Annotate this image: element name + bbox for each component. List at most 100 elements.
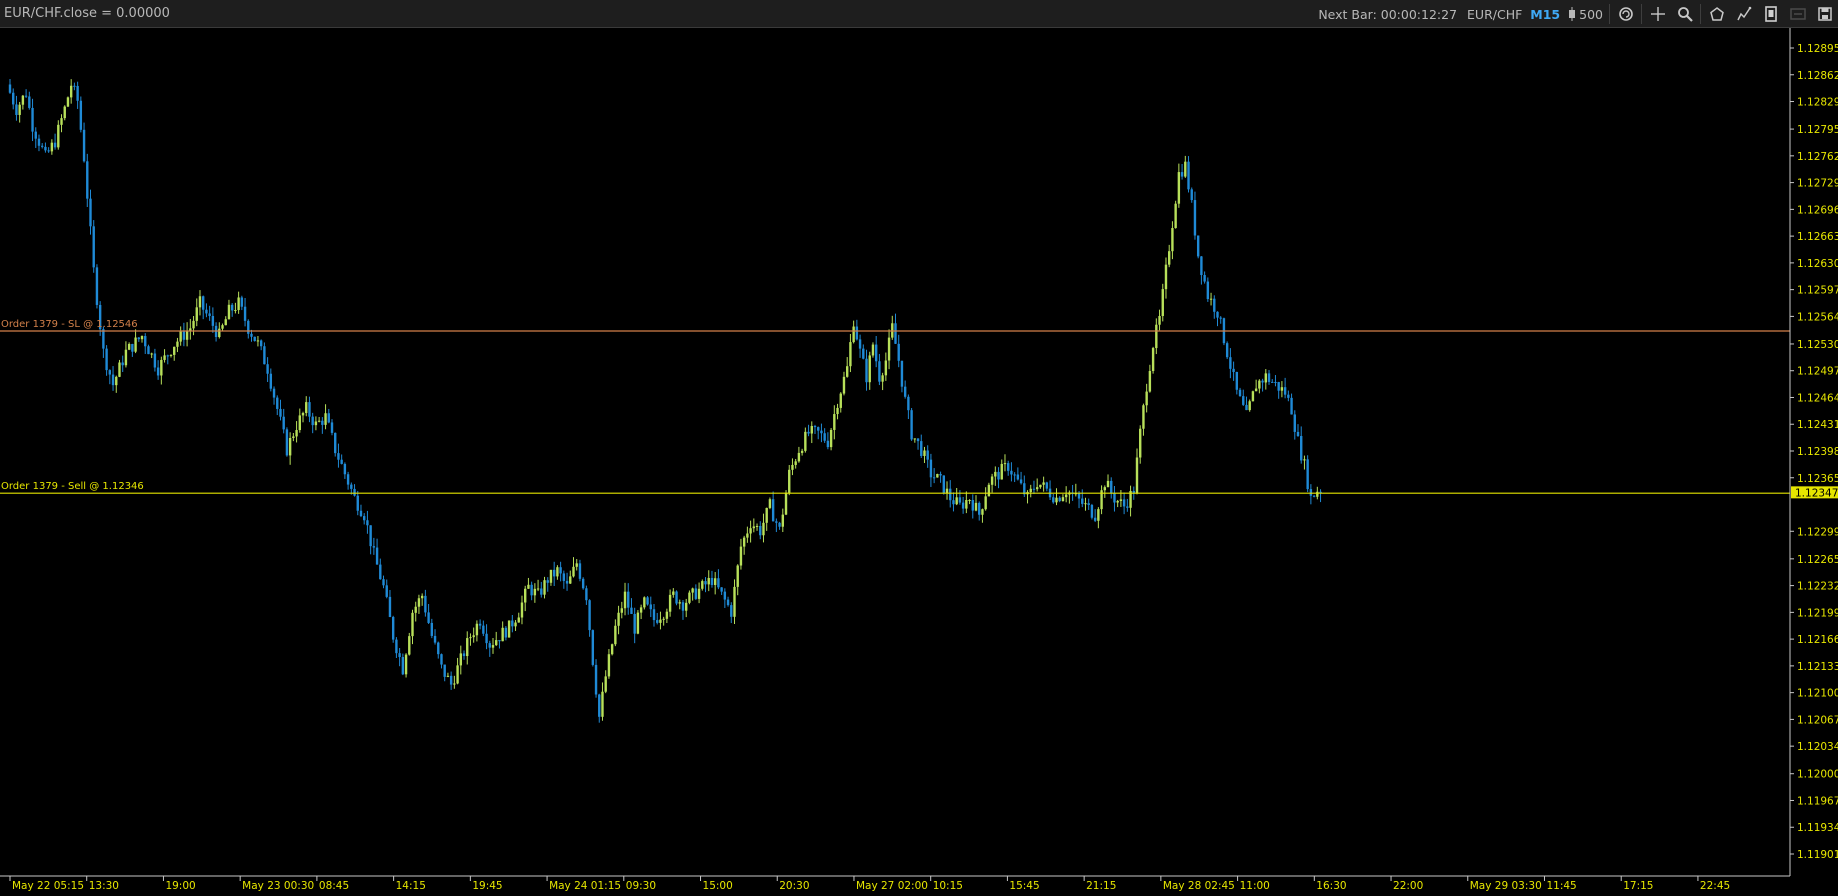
candle — [18, 101, 21, 123]
candle — [324, 404, 327, 430]
zoom-button[interactable] — [1671, 0, 1698, 28]
candle — [633, 607, 636, 644]
candle — [47, 147, 50, 153]
candle — [314, 416, 318, 431]
candle — [733, 579, 736, 624]
candle — [1048, 480, 1052, 501]
candle — [1203, 271, 1206, 284]
candle — [495, 631, 498, 646]
candle — [942, 475, 945, 495]
time-tick-label: 13:30 — [89, 880, 119, 892]
candle — [685, 598, 688, 618]
candle — [817, 426, 820, 440]
candle — [720, 587, 723, 595]
candle — [524, 585, 527, 612]
candle — [131, 343, 134, 357]
candle — [1283, 377, 1287, 399]
candle — [353, 484, 356, 497]
price-chart[interactable]: Order 1379 - SL @ 1.12546 Order 1379 - Se… — [0, 28, 1838, 896]
candle — [517, 612, 520, 623]
candle — [887, 329, 891, 370]
price-tick-label: 1.12630 — [1797, 258, 1838, 270]
candle — [1261, 378, 1264, 392]
candle — [478, 619, 482, 630]
candle — [556, 565, 559, 580]
save-button[interactable] — [1811, 0, 1838, 28]
candle — [1213, 295, 1216, 319]
candle — [1090, 503, 1094, 520]
candle — [337, 443, 340, 468]
candle — [1209, 292, 1213, 306]
time-tick-label: May 29 03:30 — [1470, 880, 1542, 892]
candle — [24, 89, 28, 99]
candle — [372, 537, 376, 555]
candle — [108, 369, 112, 385]
candle — [211, 307, 215, 333]
price-tick-label: 1.11967 — [1797, 795, 1838, 807]
candle — [147, 344, 150, 355]
timeframe-selector[interactable]: M15 — [1526, 7, 1564, 22]
candle — [949, 480, 952, 508]
candle — [572, 557, 575, 578]
candle — [269, 368, 273, 392]
candle — [398, 648, 401, 667]
draw-shape-button[interactable] — [1703, 0, 1730, 28]
candle — [73, 82, 76, 91]
candle — [1039, 484, 1042, 489]
price-tick-label: 1.12464 — [1797, 392, 1838, 404]
candle — [134, 329, 137, 354]
symbol-selector[interactable]: EUR/CHF — [1463, 7, 1526, 22]
candle — [978, 501, 981, 521]
price-axis[interactable]: 1.12895 1.12862 1.12829 1.12795 1.12762 1.127… — [1789, 28, 1838, 876]
candle — [1019, 471, 1023, 485]
refresh-button[interactable] — [1612, 0, 1639, 28]
time-axis[interactable]: May 22 05:15 13:30 19:00 May 23 00:30 08:45 1… — [0, 875, 1790, 892]
candle — [440, 653, 443, 669]
candle — [1000, 459, 1003, 480]
candle — [530, 581, 533, 601]
candle — [224, 316, 227, 326]
candle — [1122, 492, 1126, 515]
crosshair-button[interactable] — [1644, 0, 1671, 28]
candle — [852, 320, 855, 344]
candle — [1035, 478, 1039, 492]
candle — [594, 659, 598, 698]
candle — [833, 405, 836, 440]
candle — [739, 538, 743, 570]
candle — [536, 579, 540, 592]
candle — [446, 672, 450, 678]
candle — [1113, 486, 1116, 512]
screenshot-button[interactable] — [1757, 0, 1784, 28]
bar-count-selector[interactable]: 500 — [1564, 7, 1607, 22]
candle — [807, 424, 810, 437]
candle — [639, 604, 643, 620]
disabled-tool-button[interactable] — [1784, 0, 1811, 28]
candle — [668, 589, 672, 617]
candle — [652, 604, 656, 627]
time-tick-label: 11:45 — [1546, 880, 1576, 892]
sell-order-line[interactable]: Order 1379 - Sell @ 1.12346 — [0, 481, 1790, 494]
candle — [971, 494, 974, 519]
candle — [884, 352, 888, 381]
candle — [868, 351, 871, 390]
candle — [1168, 244, 1171, 268]
price-tick-label: 1.12166 — [1797, 634, 1838, 646]
candle — [1312, 495, 1316, 498]
candle — [788, 465, 791, 496]
pencil-tool-button[interactable] — [1730, 0, 1757, 28]
candle — [839, 392, 842, 413]
candle — [858, 334, 862, 358]
candle — [1116, 499, 1119, 508]
candle — [391, 615, 395, 643]
candle — [1064, 486, 1068, 503]
candle — [968, 499, 971, 505]
next-bar-countdown: Next Bar: 00:00:12:27 — [1318, 6, 1458, 22]
price-tick-label: 1.12597 — [1797, 285, 1838, 297]
candle — [301, 411, 305, 423]
chart-toolbar: EUR/CHF.close = 0.00000 Next Bar: 00:00:… — [0, 0, 1838, 28]
candle — [1290, 393, 1293, 415]
candle — [179, 326, 182, 346]
candle — [1287, 390, 1290, 402]
candle — [288, 432, 292, 465]
candle — [208, 305, 211, 321]
